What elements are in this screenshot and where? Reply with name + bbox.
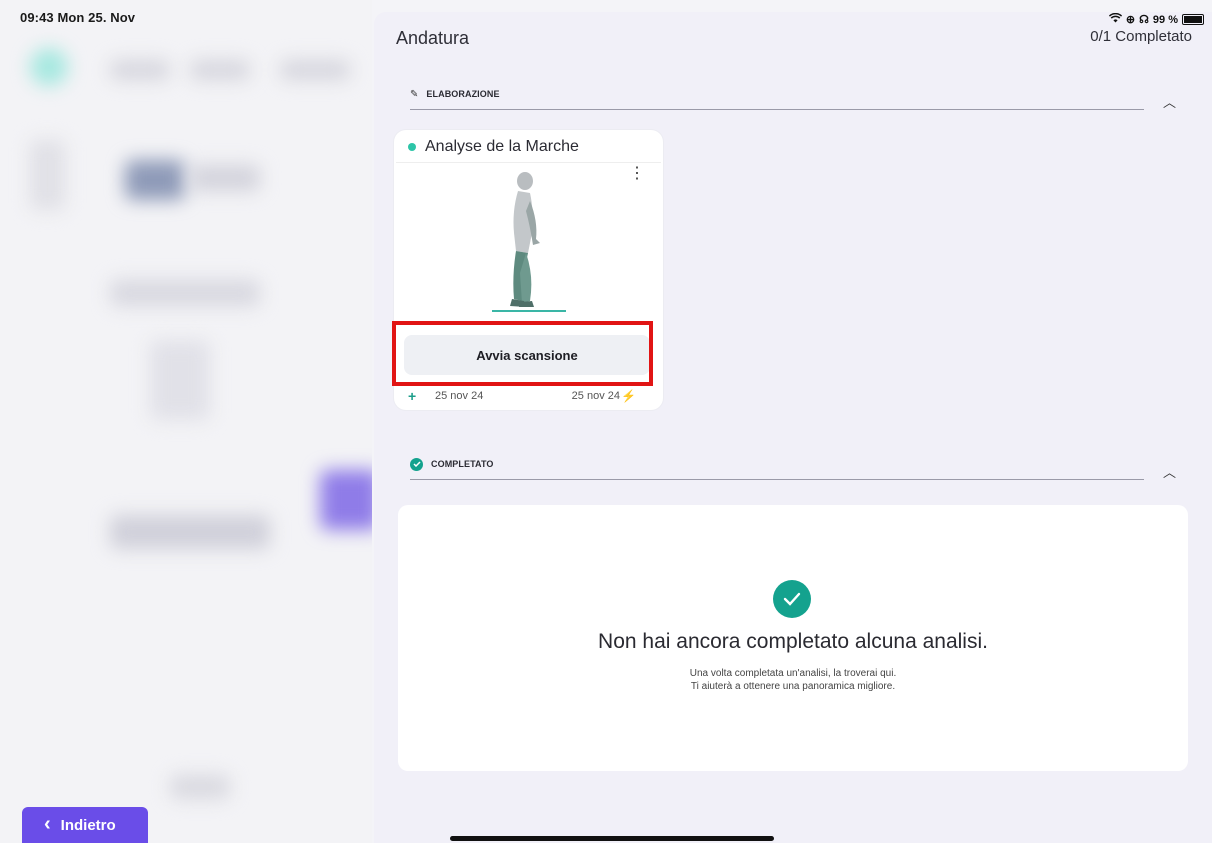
plus-icon: +	[408, 388, 417, 404]
section-label: COMPLETATO	[431, 459, 494, 469]
lock-rotation-icon: ⊕	[1125, 14, 1136, 26]
blurred-element	[190, 165, 260, 191]
battery-icon	[1182, 14, 1204, 25]
blurred-element	[30, 140, 65, 210]
highlight-box	[392, 321, 653, 386]
status-time-date: 09:43 Mon 25. Nov	[20, 10, 136, 25]
bolt-icon: ⚡	[621, 389, 636, 403]
progress-count: 0/1 Completato	[1090, 28, 1192, 45]
section-label: ELABORAZIONE	[426, 89, 500, 99]
page-title: Andatura	[396, 28, 470, 48]
empty-state-line: Una volta completata un'analisi, la trov…	[689, 668, 897, 679]
card-illustration: ⋮	[396, 162, 661, 323]
battery-percent: 99 %	[1152, 13, 1178, 26]
empty-state-description: Una volta completata un'analisi, la trov…	[398, 667, 1188, 693]
more-options-icon[interactable]: ⋮	[629, 166, 645, 182]
blurred-element	[110, 60, 170, 80]
back-button[interactable]: ‹ Indietro	[22, 807, 148, 843]
chevron-up-icon[interactable]: ︿	[1163, 462, 1176, 481]
check-circle-icon	[773, 580, 811, 618]
section-processing-header[interactable]: ✎ ELABORAZIONE	[410, 79, 1144, 110]
empty-state-title: Non hai ancora completato alcuna analisi…	[598, 630, 988, 653]
home-indicator	[450, 836, 774, 841]
blurred-element	[30, 48, 68, 86]
wifi-icon	[1108, 12, 1123, 26]
blurred-element	[280, 60, 350, 80]
chevron-up-icon[interactable]: ︿	[1163, 92, 1176, 111]
chevron-left-icon: ‹	[44, 813, 51, 835]
walking-figure-icon	[492, 172, 566, 312]
pencil-icon: ✎	[410, 88, 419, 100]
created-date: 25 nov 24	[435, 390, 484, 402]
empty-state: Non hai ancora completato alcuna analisi…	[398, 505, 1188, 771]
blurred-element	[320, 470, 372, 530]
status-icons: ⊕ ☊ 99 %	[1108, 12, 1204, 26]
blurred-element	[150, 340, 210, 420]
updated-date: 25 nov 24	[571, 390, 620, 402]
card-title: Analyse de la Marche	[425, 138, 579, 155]
empty-state-line: Ti aiuterà a ottenere una panoramica mig…	[690, 681, 896, 692]
check-circle-icon	[410, 457, 423, 471]
blurred-element	[110, 280, 260, 306]
back-button-label: Indietro	[60, 816, 116, 834]
status-dot	[408, 143, 416, 151]
blurred-element	[125, 160, 185, 200]
blurred-element	[170, 775, 230, 799]
section-completed-header[interactable]: COMPLETATO	[410, 449, 1144, 480]
blurred-element	[190, 60, 250, 80]
headphones-icon: ☊	[1139, 14, 1149, 26]
gait-panel: ⊕ ☊ 99 % Andatura 0/1 Completato ✎ ELABO…	[374, 12, 1212, 843]
blurred-element	[110, 515, 270, 549]
background-app: 09:43 Mon 25. Nov ‹ Indietro	[0, 0, 372, 843]
